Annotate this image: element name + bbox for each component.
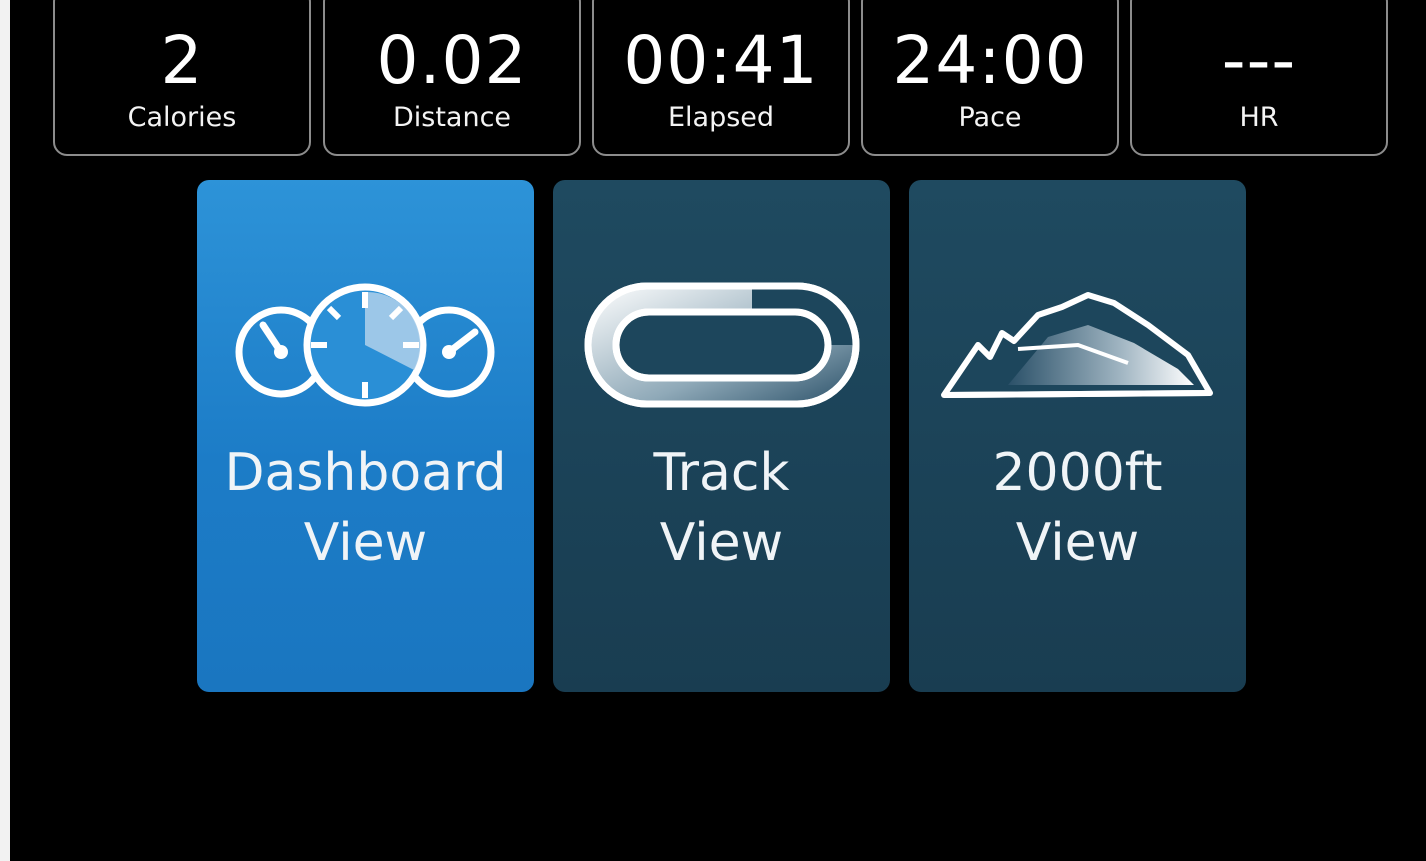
- mountain-terrain-icon: [909, 270, 1246, 420]
- stat-distance: 0.02 Distance: [323, 0, 581, 156]
- stat-label: HR: [1239, 102, 1279, 133]
- stat-pace: 24:00 Pace: [861, 0, 1119, 156]
- tile-title-line2: View: [1015, 513, 1140, 573]
- tile-title-line1: Dashboard: [224, 443, 507, 503]
- stat-calories: 2 Calories: [53, 0, 311, 156]
- stat-label: Calories: [127, 102, 237, 133]
- track-view-button[interactable]: Track View: [553, 180, 890, 692]
- tile-title-line2: View: [659, 513, 784, 573]
- tile-title-line2: View: [303, 513, 428, 573]
- stat-value: 00:41: [623, 22, 819, 99]
- stat-label: Distance: [392, 102, 512, 133]
- tile-title-line1: Track: [653, 443, 790, 503]
- stat-value: 2: [160, 22, 204, 99]
- stat-value: 24:00: [892, 22, 1088, 99]
- dashboard-gauges-icon: [197, 270, 534, 420]
- tile-title-line1: 2000ft: [992, 443, 1163, 503]
- tile-title: 2000ft View: [909, 438, 1246, 578]
- stat-value: ---: [1221, 22, 1297, 99]
- stat-elapsed: 00:41 Elapsed: [592, 0, 850, 156]
- tile-title: Dashboard View: [197, 438, 534, 578]
- stat-value: 0.02: [376, 22, 528, 99]
- tile-title: Track View: [553, 438, 890, 578]
- workout-screen: 2 Calories 0.02 Distance 00:41 Elapsed 2…: [0, 0, 1426, 861]
- stat-heart-rate: --- HR: [1130, 0, 1388, 156]
- oval-track-icon: [553, 270, 890, 420]
- screen-edge: [0, 0, 10, 861]
- dashboard-view-button[interactable]: Dashboard View: [197, 180, 534, 692]
- stat-label: Elapsed: [667, 102, 775, 133]
- stat-label: Pace: [958, 102, 1022, 133]
- 2000ft-view-button[interactable]: 2000ft View: [909, 180, 1246, 692]
